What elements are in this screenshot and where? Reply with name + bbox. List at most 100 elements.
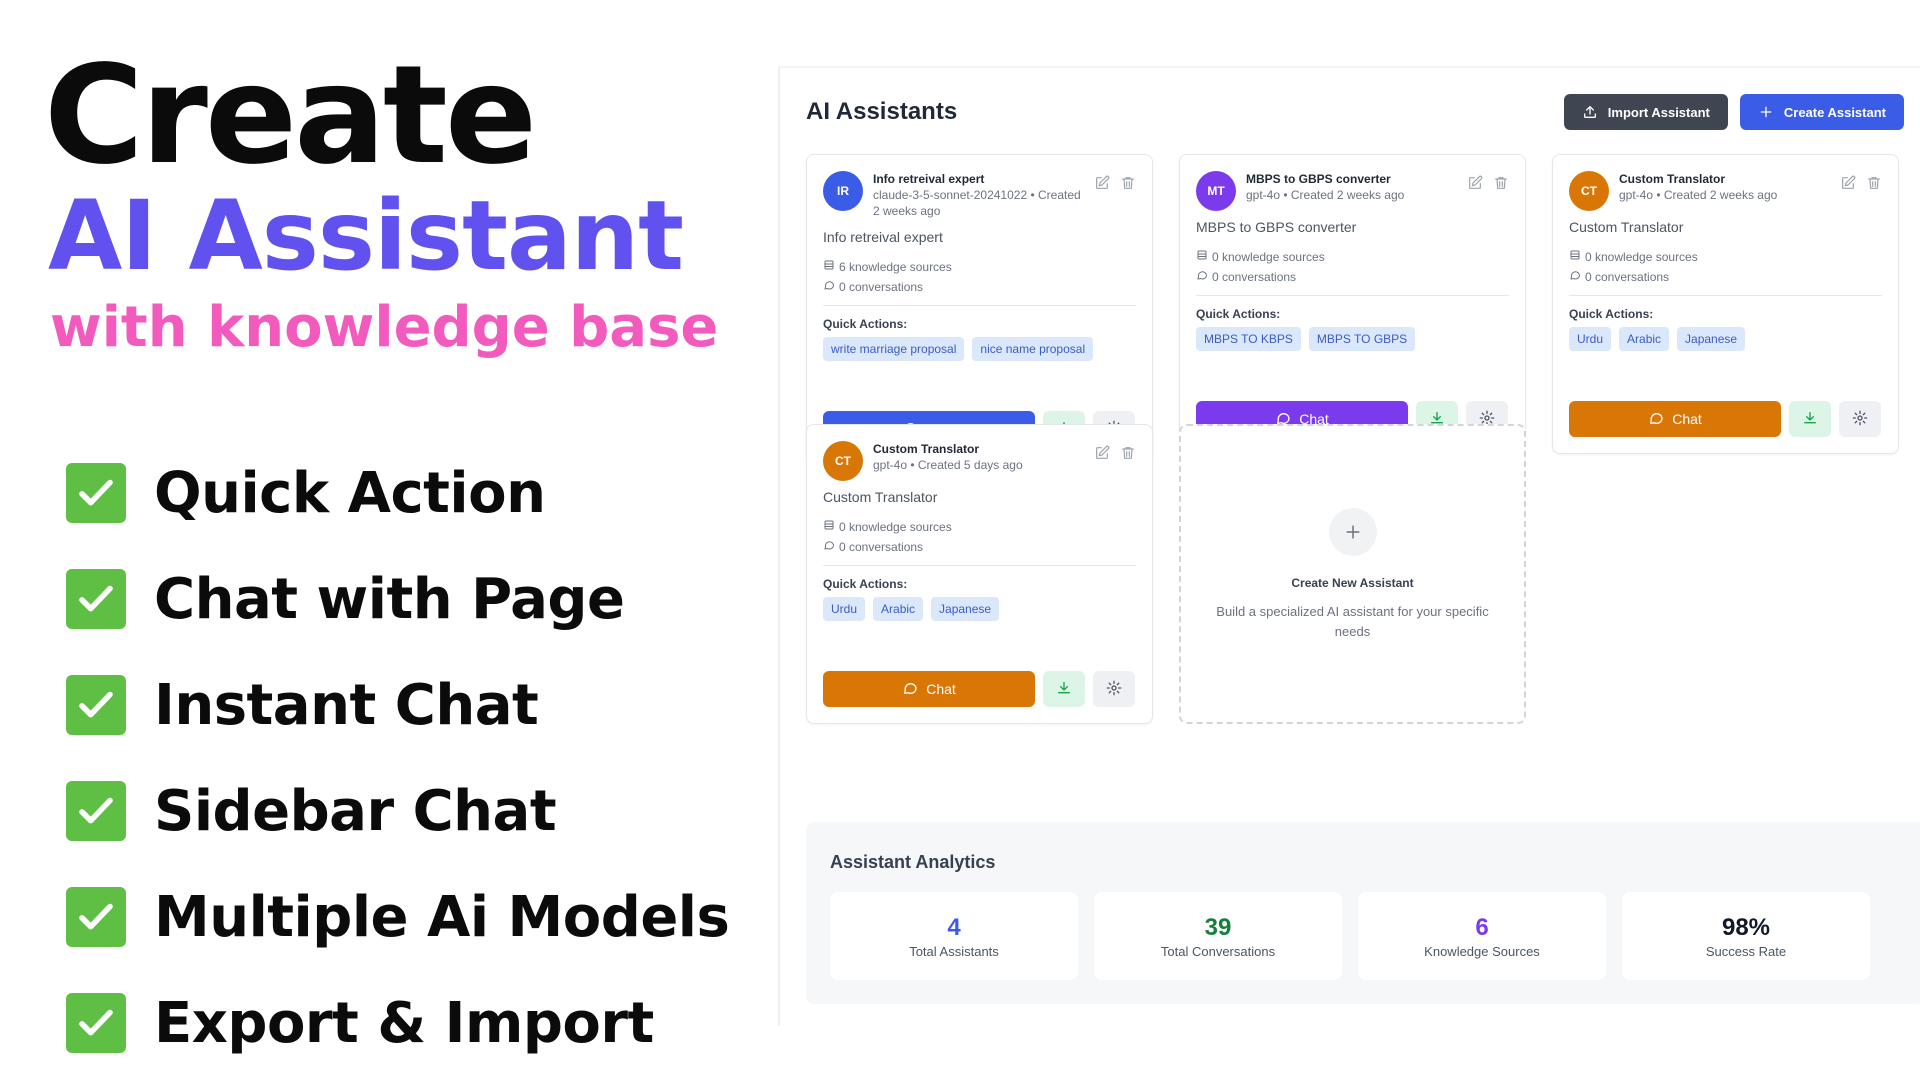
- create-new-assistant-card[interactable]: Create New Assistant Build a specialized…: [1179, 424, 1526, 724]
- card-header-actions: [1094, 441, 1136, 461]
- quick-action-chip[interactable]: MBPS TO KBPS: [1196, 327, 1301, 351]
- conversation-count: 0 conversations: [1196, 269, 1296, 284]
- download-icon: [1802, 410, 1818, 429]
- feature-item: Multiple Ai Models: [66, 864, 730, 970]
- knowledge-count-label: 0 knowledge sources: [1585, 249, 1698, 264]
- avatar-initials: CT: [835, 454, 851, 468]
- chat-button[interactable]: Chat: [1569, 401, 1781, 437]
- feature-label: Sidebar Chat: [154, 778, 557, 844]
- quick-action-chip[interactable]: write marriage proposal: [823, 337, 965, 361]
- quick-action-chip[interactable]: Arabic: [1619, 327, 1670, 351]
- database-icon: [1196, 249, 1208, 264]
- card-title-block: Info retreival expert claude-3-5-sonnet-2…: [873, 171, 1088, 219]
- knowledge-count-label: 0 knowledge sources: [1212, 249, 1325, 264]
- card-actions: Chat: [1569, 401, 1882, 437]
- assistant-meta: gpt-4o • Created 2 weeks ago: [1619, 188, 1778, 202]
- assistant-card: MT MBPS to GBPS converter gpt-4o • Created…: [1179, 154, 1526, 454]
- trash-icon[interactable]: [1493, 175, 1509, 191]
- quick-action-chip[interactable]: nice name proposal: [972, 337, 1094, 361]
- stat-label: Total Conversations: [1160, 943, 1276, 959]
- chat-button[interactable]: Chat: [823, 671, 1035, 707]
- quick-actions: MBPS TO KBPS MBPS TO GBPS: [1196, 327, 1509, 351]
- assistant-meta: gpt-4o • Created 2 weeks ago: [1246, 188, 1405, 202]
- conversation-count: 0 conversations: [823, 279, 923, 294]
- settings-button[interactable]: [1093, 671, 1135, 707]
- gear-icon: [1106, 680, 1122, 699]
- conversation-count-label: 0 conversations: [1212, 269, 1297, 284]
- settings-button[interactable]: [1839, 401, 1881, 437]
- quick-action-chip[interactable]: Urdu: [823, 597, 866, 621]
- stat-value: 39: [1204, 913, 1232, 941]
- promo-tagline: with knowledge base: [50, 295, 719, 360]
- trash-icon[interactable]: [1120, 445, 1136, 461]
- card-title-block: MBPS to GBPS converter gpt-4o • Created 2…: [1246, 171, 1461, 203]
- divider: [823, 305, 1136, 306]
- check-icon: [66, 781, 126, 841]
- stat-total-assistants: 4 Total Assistants: [830, 892, 1078, 980]
- trash-icon[interactable]: [1120, 175, 1136, 191]
- avatar-initials: MT: [1207, 184, 1225, 198]
- assistant-meta: gpt-4o • Created 5 days ago: [873, 458, 1023, 472]
- conversation-count-label: 0 conversations: [839, 539, 924, 554]
- divider: [1196, 295, 1509, 296]
- edit-icon[interactable]: [1840, 175, 1856, 191]
- assistants-app: AI Assistants Import Assistant Create As…: [778, 66, 1920, 1026]
- divider: [823, 565, 1136, 566]
- promo-title: Create: [44, 37, 537, 195]
- check-icon: [66, 993, 126, 1053]
- knowledge-count-label: 0 knowledge sources: [839, 519, 952, 534]
- avatar-initials: CT: [1581, 184, 1597, 198]
- quick-action-chip[interactable]: Japanese: [931, 597, 1000, 621]
- assistant-name: Info retreival expert: [873, 172, 985, 186]
- card-header: CT Custom Translator gpt-4o • Created 5 da…: [823, 441, 1136, 481]
- edit-icon[interactable]: [1094, 175, 1110, 191]
- feature-label: Multiple Ai Models: [154, 884, 730, 950]
- chat-bubble-icon: [823, 279, 835, 294]
- card-title-block: Custom Translator gpt-4o • Created 2 week…: [1619, 171, 1834, 203]
- create-assistant-button[interactable]: Create Assistant: [1739, 94, 1904, 130]
- chat-bubble-icon: [823, 539, 835, 554]
- download-button[interactable]: [1043, 671, 1085, 707]
- create-new-assistant-subtitle: Build a specialized AI assistant for you…: [1216, 604, 1489, 639]
- trash-icon[interactable]: [1866, 175, 1882, 191]
- quick-action-chip[interactable]: Japanese: [1677, 327, 1746, 351]
- assistant-meta: claude-3-5-sonnet-20241022 • Created 2 w…: [873, 188, 1081, 218]
- create-assistant-label: Create Assistant: [1783, 104, 1886, 120]
- divider: [1569, 295, 1882, 296]
- assistant-analytics: Assistant Analytics 4 Total Assistants 3…: [806, 822, 1920, 1004]
- check-icon: [66, 887, 126, 947]
- card-header-actions: [1094, 171, 1136, 191]
- import-assistant-button[interactable]: Import Assistant: [1563, 94, 1728, 130]
- quick-action-chip[interactable]: Urdu: [1569, 327, 1612, 351]
- quick-actions-title: Quick Actions:: [823, 577, 908, 591]
- assistant-card: CT Custom Translator gpt-4o • Created 5 da…: [806, 424, 1153, 724]
- database-icon: [1569, 249, 1581, 264]
- assistant-description: Custom Translator: [823, 489, 938, 505]
- feature-list: Quick Action Chat with Page Instant Chat…: [66, 440, 730, 1076]
- knowledge-count-label: 6 knowledge sources: [839, 259, 952, 274]
- card-header: CT Custom Translator gpt-4o • Created 2 we…: [1569, 171, 1882, 211]
- quick-action-chip[interactable]: Arabic: [873, 597, 924, 621]
- check-icon: [66, 569, 126, 629]
- avatar: CT: [1569, 171, 1609, 211]
- chat-icon: [902, 680, 918, 699]
- card-title-block: Custom Translator gpt-4o • Created 5 days…: [873, 441, 1088, 473]
- quick-action-chip[interactable]: MBPS TO GBPS: [1308, 327, 1416, 351]
- card-header: MT MBPS to GBPS converter gpt-4o • Created…: [1196, 171, 1509, 211]
- edit-icon[interactable]: [1467, 175, 1483, 191]
- quick-actions-title: Quick Actions:: [1569, 307, 1654, 321]
- avatar: CT: [823, 441, 863, 481]
- plus-circle-icon: [1329, 508, 1377, 556]
- chat-button-label: Chat: [926, 681, 956, 697]
- assistant-name: Custom Translator: [873, 442, 980, 456]
- promo-panel: Create AI Assistant with knowledge base …: [0, 0, 760, 1080]
- card-header: IR Info retreival expert claude-3-5-sonnet…: [823, 171, 1136, 219]
- download-button[interactable]: [1789, 401, 1831, 437]
- upload-icon: [1583, 106, 1596, 118]
- conversation-count: 0 conversations: [1569, 269, 1669, 284]
- edit-icon[interactable]: [1094, 445, 1110, 461]
- analytics-title: Assistant Analytics: [830, 852, 996, 872]
- quick-actions-title: Quick Actions:: [823, 317, 908, 331]
- feature-label: Quick Action: [154, 460, 546, 526]
- card-header-actions: [1467, 171, 1509, 191]
